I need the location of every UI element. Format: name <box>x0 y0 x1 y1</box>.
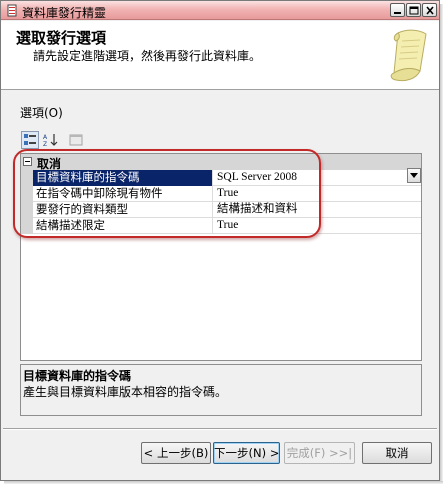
description-text: 產生與目標資料庫版本相容的指令碼。 <box>23 385 228 399</box>
cancel-button[interactable]: 取消 <box>362 442 432 464</box>
back-button[interactable]: < 上一步(B) <box>141 442 211 464</box>
maximize-button[interactable] <box>406 3 421 17</box>
minimize-icon <box>394 12 401 14</box>
alphabetical-icon: A Z <box>43 134 58 147</box>
database-icon <box>7 4 17 17</box>
property-grid-toolbar: A Z <box>21 131 101 151</box>
categorized-button[interactable] <box>21 131 39 149</box>
minimize-button[interactable] <box>390 3 405 17</box>
divider <box>3 428 437 430</box>
property-row[interactable]: 目標資料庫的指令碼 SQL Server 2008 <box>33 170 421 186</box>
property-grid: 取消 目標資料庫的指令碼 SQL Server 2008 在指令碼中卸除現有物件… <box>20 153 422 361</box>
property-value[interactable]: SQL Server 2008 <box>214 170 421 186</box>
property-row[interactable]: 結構描述限定 True <box>33 218 421 234</box>
close-icon <box>426 6 434 15</box>
scroll-icon <box>390 29 427 82</box>
window-title: 資料庫發行精靈 <box>22 6 107 20</box>
property-value[interactable]: True <box>214 218 421 234</box>
property-name: 要發行的資料類型 <box>33 202 213 218</box>
next-button[interactable]: 下一步(N) > <box>213 442 280 464</box>
wizard-header: 選取發行選項 請先設定進階選項，然後再發行此資料庫。 <box>1 21 439 90</box>
property-value[interactable]: 結構描述和資料 <box>214 202 421 218</box>
property-name: 在指令碼中卸除現有物件 <box>33 186 213 202</box>
description-panel: 目標資料庫的指令碼 產生與目標資料庫版本相容的指令碼。 <box>20 364 422 416</box>
collapse-icon[interactable] <box>23 157 32 166</box>
svg-text:Z: Z <box>43 141 47 147</box>
options-label: 選項(O) <box>20 106 63 120</box>
page-title: 選取發行選項 <box>16 29 107 47</box>
property-pages-button[interactable] <box>67 131 85 149</box>
property-name: 目標資料庫的指令碼 <box>33 170 213 186</box>
property-row[interactable]: 要發行的資料類型 結構描述和資料 <box>33 202 421 218</box>
grid-gutter <box>21 170 33 234</box>
category-row[interactable]: 取消 <box>21 154 421 171</box>
alphabetical-button[interactable]: A Z <box>41 131 59 149</box>
finish-button[interactable]: 完成(F) >>| <box>284 442 355 464</box>
description-title: 目標資料庫的指令碼 <box>23 369 132 383</box>
property-row[interactable]: 在指令碼中卸除現有物件 True <box>33 186 421 202</box>
property-pages-icon <box>69 134 83 146</box>
categorized-icon <box>24 134 36 145</box>
page-subtitle: 請先設定進階選項，然後再發行此資料庫。 <box>33 49 262 63</box>
title-bar[interactable]: 資料庫發行精靈 <box>1 1 439 20</box>
property-name: 結構描述限定 <box>33 218 213 234</box>
value-dropdown-button[interactable] <box>407 168 421 183</box>
chevron-down-icon <box>410 173 418 178</box>
wizard-window: 資料庫發行精靈 選取發行選項 請先設定進階選項，然後再發行此資料庫。 選項(O) <box>0 0 440 481</box>
close-button[interactable] <box>422 3 437 17</box>
maximize-icon <box>409 6 419 15</box>
svg-text:A: A <box>43 134 48 141</box>
property-value[interactable]: True <box>214 186 421 202</box>
